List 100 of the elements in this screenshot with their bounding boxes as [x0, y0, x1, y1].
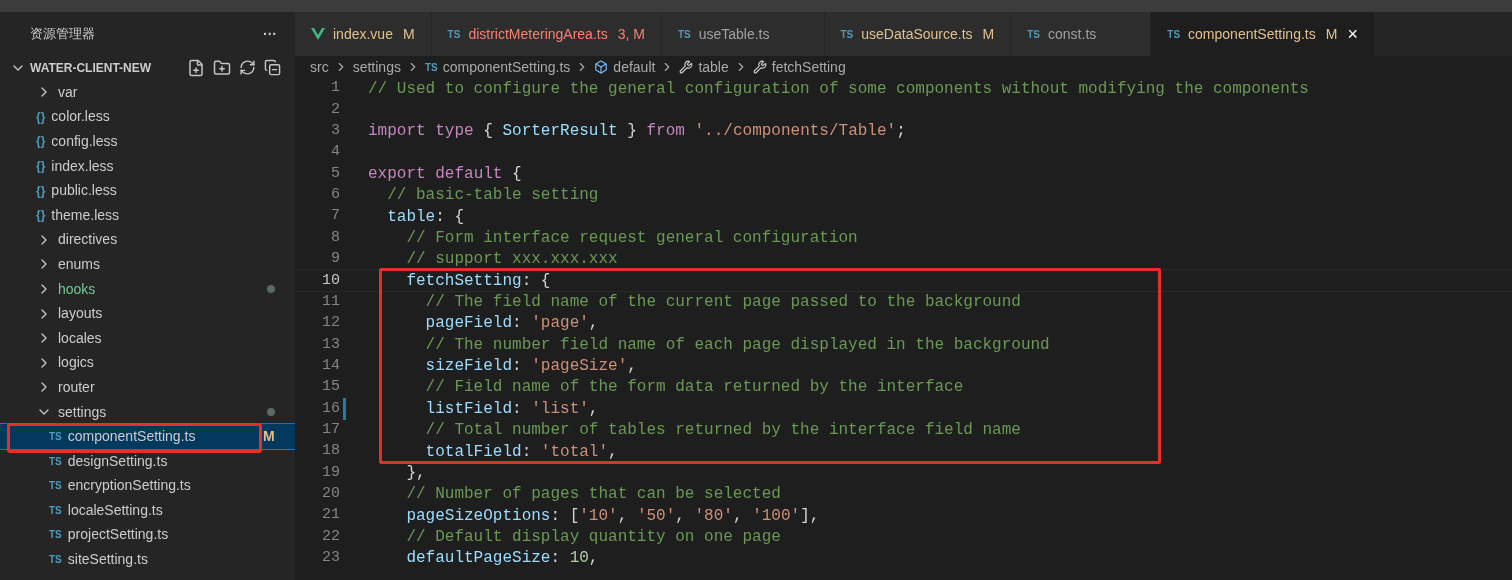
editor-tab[interactable]: index.vue M	[295, 12, 432, 56]
vue-file-icon	[311, 28, 325, 40]
folder-tree-item[interactable]: directives	[0, 227, 295, 253]
code-token: // Total number of tables returned by the interface field name	[425, 421, 1021, 440]
breadcrumb-item[interactable]: default	[613, 56, 656, 78]
code-token: // The field name of the current page passed to the background	[425, 293, 1021, 312]
breadcrumb-item[interactable]: componentSetting.ts	[442, 56, 571, 78]
line-number: 17	[321, 419, 340, 440]
code-token: ,	[588, 314, 599, 333]
code-token: 'page'	[531, 314, 589, 333]
project-section-header[interactable]: WATER-CLIENT-NEW	[10, 58, 187, 77]
code-token: // Field name of the form data returned by the interface	[425, 378, 964, 397]
typescript-file-icon: TS	[49, 552, 62, 568]
typescript-file-icon: TS	[49, 478, 62, 494]
file-tree-item[interactable]: TS designSetting.ts	[0, 448, 295, 474]
code-token: pageSizeOptions	[406, 506, 551, 525]
editor-tab[interactable]: TS useTable.ts	[661, 12, 825, 56]
line-number: 14	[321, 355, 340, 376]
code-token: : {	[521, 271, 551, 290]
code-token: ;	[896, 122, 906, 141]
folder-tree-item[interactable]: logics	[0, 350, 295, 376]
sidebar-title: 资源管理器	[30, 25, 95, 44]
file-tree-item[interactable]: {} config.less	[0, 129, 295, 154]
folder-tree-item[interactable]: layouts	[0, 301, 295, 326]
typescript-file-icon: TS	[49, 502, 62, 518]
code-token: '../components/Table'	[694, 122, 897, 141]
file-tree-item[interactable]: TS siteSetting.ts	[0, 547, 295, 572]
code-token: totalField	[425, 442, 522, 461]
code-token: }	[627, 122, 637, 141]
line-number: 11	[321, 291, 340, 312]
wrench-icon	[752, 60, 767, 74]
breadcrumb-item[interactable]: table	[698, 56, 729, 78]
code-token: export	[368, 165, 426, 184]
folder-tree-item[interactable]: enums	[0, 252, 295, 277]
code-token: ,	[732, 506, 743, 525]
code-token: // Used to configure the general configuration of some components without modifying the components	[368, 79, 1309, 98]
line-number: 2	[330, 99, 340, 120]
code-token: // Number of pages that can be selected	[406, 485, 781, 504]
file-tree-item[interactable]: {} index.less	[0, 153, 295, 179]
line-number: 10	[321, 270, 340, 291]
code-token: ,	[617, 506, 628, 525]
line-number: 16	[321, 398, 340, 419]
code-token: {	[483, 122, 493, 141]
typescript-file-icon: TS	[49, 527, 62, 543]
line-number: 22	[321, 526, 340, 547]
folder-tree-item[interactable]: var	[0, 80, 295, 105]
code-token: defaultPageSize	[406, 549, 551, 568]
code-token: from	[646, 122, 685, 141]
editor-tab[interactable]: TS const.ts	[1011, 12, 1152, 56]
more-actions-button[interactable]: ···	[263, 23, 277, 45]
file-tree-item[interactable]: TS componentSetting.ts M	[0, 424, 295, 449]
file-tree-item[interactable]: TS projectSetting.ts	[0, 522, 295, 548]
code-token: ,	[675, 506, 685, 525]
typescript-file-icon: TS	[840, 26, 854, 42]
file-tree-item[interactable]: {} color.less	[0, 104, 295, 130]
breadcrumb-item[interactable]: src	[310, 56, 329, 78]
folder-tree-item[interactable]: hooks	[0, 276, 295, 302]
braces-file-icon: {}	[36, 107, 46, 126]
folder-tree-item[interactable]: locales	[0, 325, 295, 351]
code-token: table	[387, 207, 436, 226]
new-folder-icon[interactable]	[213, 58, 231, 77]
file-tree-item[interactable]: {} public.less	[0, 178, 295, 203]
line-number: 1	[330, 78, 340, 99]
code-token: :	[521, 442, 532, 461]
line-number: 5	[330, 163, 340, 184]
code-token: '50'	[636, 506, 676, 525]
editor-tab[interactable]: TS useDataSource.ts M	[824, 12, 1012, 56]
folder-tree-item[interactable]: router	[0, 375, 295, 400]
line-number: 8	[330, 227, 340, 248]
code-token: SorterResult	[502, 122, 618, 141]
folder-tree-item[interactable]: settings	[0, 399, 295, 425]
code-token: '100'	[752, 506, 801, 525]
file-tree-item[interactable]: TS localeSetting.ts	[0, 498, 295, 523]
code-token: ,	[627, 357, 637, 376]
code-token: pageField	[425, 314, 513, 333]
file-tree-item[interactable]: {} theme.less	[0, 202, 295, 228]
new-file-icon[interactable]	[187, 58, 205, 77]
editor-tab[interactable]: TS districtMeteringArea.ts 3, M	[431, 12, 662, 56]
code-token: 'list'	[531, 399, 589, 418]
typescript-file-icon: TS	[49, 453, 62, 469]
file-tree-item[interactable]: TS encryptionSetting.ts	[0, 473, 295, 499]
code-token: 'total'	[540, 442, 609, 461]
close-tab-button[interactable]: ×	[1347, 20, 1358, 48]
code-token: ,	[608, 442, 618, 461]
code-token: : {	[435, 207, 465, 226]
code-token: 10	[569, 549, 589, 568]
braces-file-icon: {}	[36, 132, 46, 151]
breadcrumb-item[interactable]: settings	[352, 56, 401, 78]
line-number: 9	[330, 249, 340, 270]
breadcrumb-item[interactable]: fetchSetting	[771, 56, 846, 78]
code-token: // The number field name of each page displayed in the background	[425, 335, 1050, 354]
editor-tab[interactable]: TS componentSetting.ts M ×	[1151, 12, 1375, 56]
typescript-file-icon: TS	[1167, 26, 1181, 42]
collapse-all-icon[interactable]	[264, 58, 281, 76]
line-number: 21	[321, 505, 340, 526]
refresh-icon[interactable]	[239, 58, 256, 76]
typescript-file-icon: TS	[49, 429, 62, 445]
code-token: default	[435, 165, 503, 184]
code-token: :	[512, 399, 522, 418]
code-token: type	[435, 122, 474, 141]
